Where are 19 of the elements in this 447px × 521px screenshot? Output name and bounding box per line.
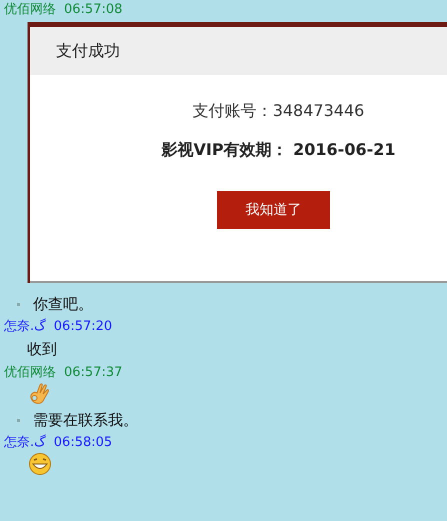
- message-time: 06:57:20: [54, 318, 112, 334]
- grinning-face-icon: [28, 452, 52, 476]
- message-text: 收到: [27, 340, 57, 358]
- expiry-line: 影视VIP有效期： 2016-06-21: [162, 140, 396, 161]
- sender-name: 怎奈.گ: [4, 434, 46, 451]
- dialog-title: 支付成功: [56, 40, 120, 62]
- message-text: 你查吧。: [33, 294, 93, 314]
- message-time: 06:57:08: [64, 2, 122, 16]
- ok-hand-icon: [28, 382, 50, 406]
- bullet-icon: [17, 302, 20, 306]
- sender-name: 优佰网络: [4, 364, 56, 381]
- message-time: 06:58:05: [54, 434, 112, 450]
- message-time: 06:57:37: [64, 364, 122, 380]
- confirm-button[interactable]: 我知道了: [217, 191, 330, 229]
- account-line: 支付账号：348473446: [192, 101, 364, 122]
- bullet-icon: [17, 418, 20, 422]
- message-text: 需要在联系我。: [33, 410, 138, 430]
- sender-name: 怎奈.گ: [4, 318, 46, 335]
- sender-name: 优佰网络: [4, 1, 56, 18]
